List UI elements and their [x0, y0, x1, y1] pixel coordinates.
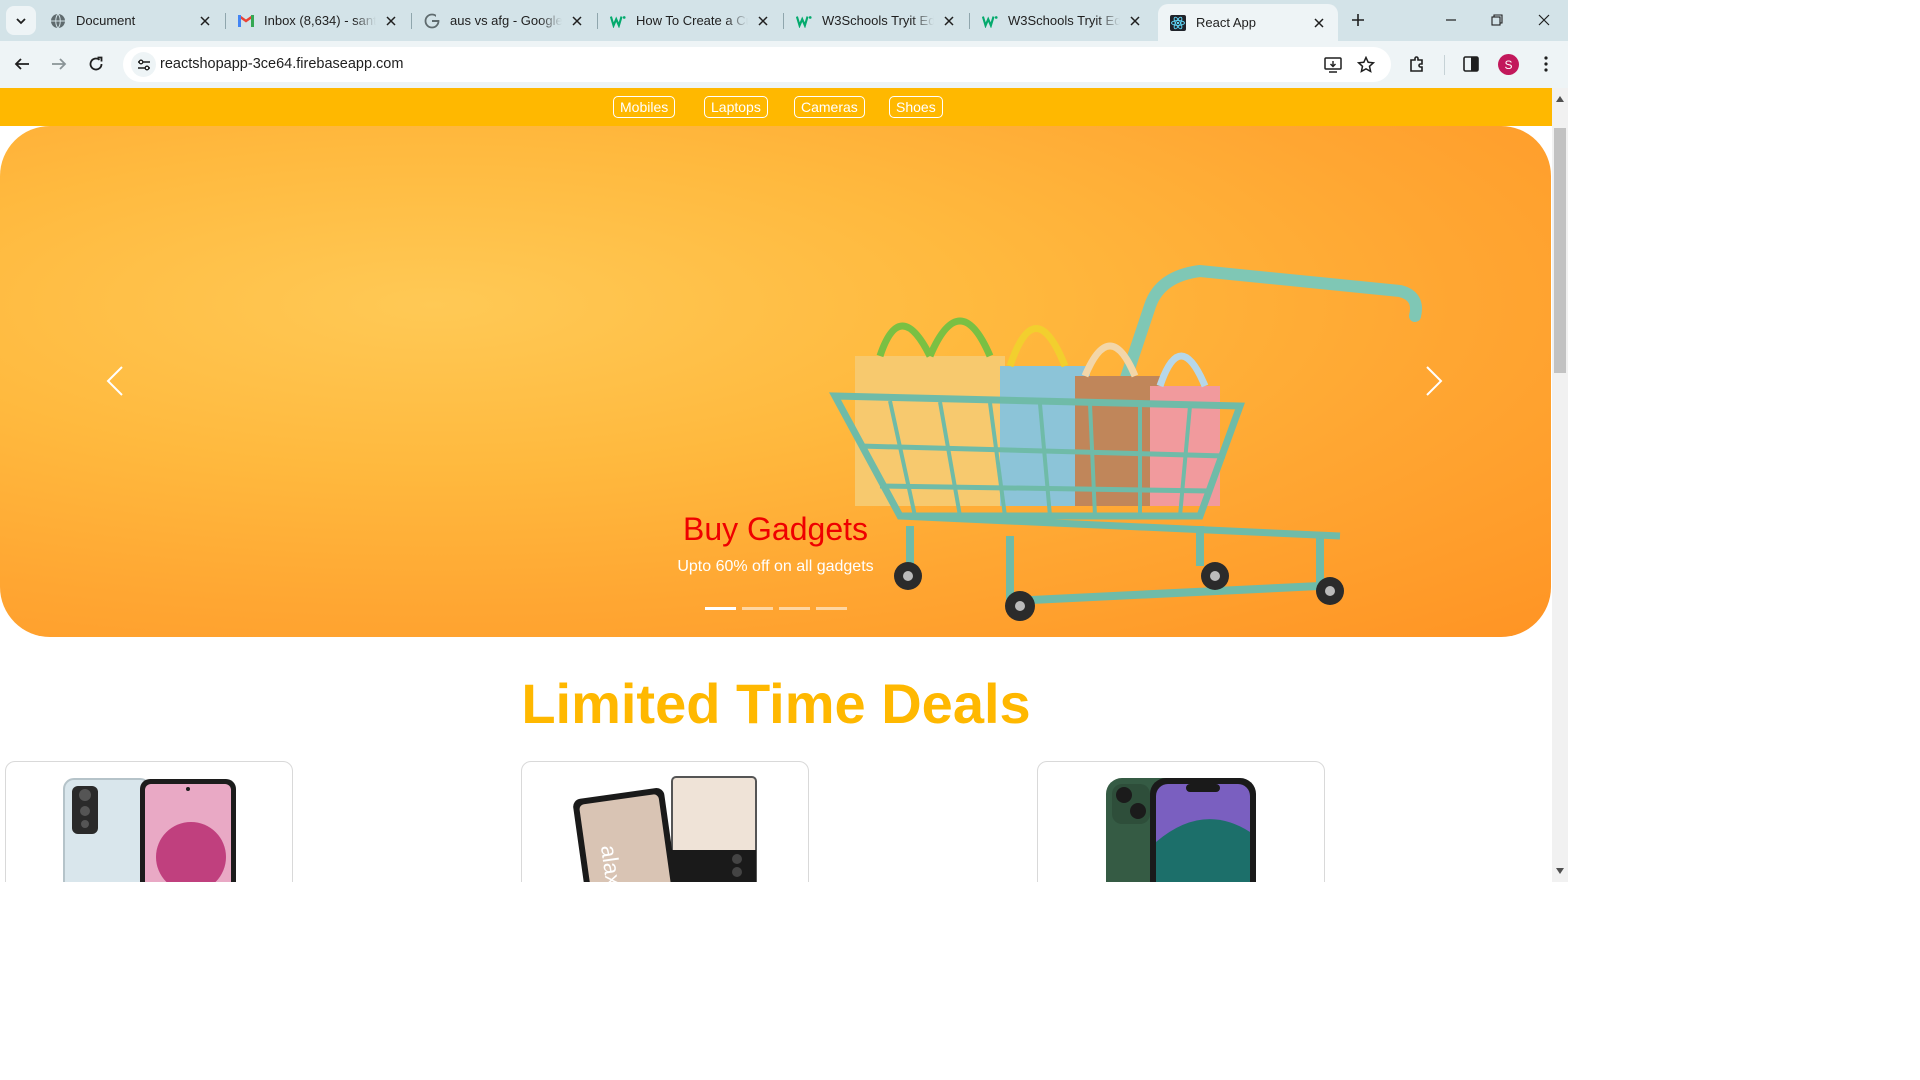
scroll-up-button[interactable]	[1554, 92, 1566, 106]
minimize-button[interactable]	[1436, 8, 1466, 32]
chevron-right-icon	[1426, 366, 1443, 396]
triangle-up-icon	[1556, 96, 1564, 102]
plus-icon	[1352, 14, 1364, 26]
tab-gmail[interactable]: Inbox (8,634) - santu	[226, 5, 410, 36]
product-card[interactable]	[5, 761, 293, 882]
tab-react-app[interactable]: React App	[1158, 4, 1338, 41]
close-icon[interactable]	[940, 12, 958, 30]
w3schools-icon	[982, 13, 998, 29]
tab-strip: Document Inbox (8,634) - santu aus vs af…	[0, 0, 1568, 41]
chevron-down-icon	[16, 17, 26, 24]
page-scrollbar[interactable]	[1552, 88, 1568, 882]
tab-w3schools-2[interactable]: W3Schools Tryit Edit	[784, 5, 968, 36]
toolbar-divider	[1444, 55, 1445, 75]
w3schools-icon	[610, 13, 626, 29]
tab-w3schools-1[interactable]: How To Create a Cus	[598, 5, 782, 36]
tune-icon	[137, 59, 150, 70]
google-icon	[424, 13, 440, 29]
close-icon[interactable]	[1310, 14, 1328, 32]
forward-button[interactable]	[46, 51, 72, 77]
w3schools-icon	[796, 13, 812, 29]
product-card[interactable]: alaxy	[521, 761, 809, 882]
hero-subtitle: Upto 60% off on all gadgets	[677, 558, 874, 575]
category-mobiles-button[interactable]: Mobiles	[613, 96, 676, 118]
tab-title: aus vs afg - Google S	[450, 13, 562, 28]
page-viewport: Mobiles Laptops Cameras Shoes Buy Gadget…	[0, 88, 1552, 882]
galaxy-flip-phone-image: alaxy	[573, 776, 757, 882]
redmi-phone-image	[63, 778, 236, 882]
tab-title: How To Create a Cus	[636, 13, 748, 28]
reload-icon	[89, 56, 103, 71]
tab-title: React App	[1196, 15, 1256, 30]
tab-title: Inbox (8,634) - santu	[264, 13, 376, 28]
iphone-green-image	[1106, 778, 1256, 882]
bookmark-button[interactable]	[1356, 55, 1376, 75]
tab-title: W3Schools Tryit Edit	[822, 13, 934, 28]
close-icon	[1538, 14, 1550, 26]
install-app-button[interactable]	[1323, 55, 1343, 75]
close-window-button[interactable]	[1529, 8, 1559, 32]
new-tab-button[interactable]	[1346, 8, 1370, 32]
tab-title: Document	[76, 13, 136, 28]
restore-button[interactable]	[1482, 8, 1512, 32]
carousel-indicator-4[interactable]	[815, 607, 847, 610]
tab-google-search[interactable]: aus vs afg - Google S	[412, 5, 596, 36]
carousel-prev-button[interactable]	[100, 366, 130, 396]
tab-search-button[interactable]	[6, 6, 36, 35]
carousel-indicator-3[interactable]	[778, 607, 810, 610]
address-bar[interactable]: reactshopapp-3ce64.firebaseapp.com	[123, 47, 1391, 82]
react-icon	[1170, 14, 1186, 31]
close-icon[interactable]	[754, 12, 772, 30]
tab-document[interactable]: Document	[38, 5, 224, 36]
install-icon	[1324, 57, 1342, 73]
url-text[interactable]: reactshopapp-3ce64.firebaseapp.com	[160, 56, 403, 72]
close-icon[interactable]	[1126, 12, 1144, 30]
scrollbar-thumb[interactable]	[1554, 128, 1566, 373]
deals-heading: Limited Time Deals	[521, 672, 1031, 735]
gmail-icon	[238, 13, 254, 29]
extensions-button[interactable]	[1406, 53, 1428, 75]
profile-avatar[interactable]: S	[1498, 54, 1519, 75]
category-laptops-button[interactable]: Laptops	[704, 96, 768, 118]
category-shoes-button[interactable]: Shoes	[889, 96, 943, 118]
hero-carousel: Buy Gadgets Upto 60% off on all gadgets	[0, 126, 1551, 637]
carousel-indicators	[0, 607, 1551, 610]
chevron-left-icon	[106, 366, 123, 396]
reload-button[interactable]	[83, 51, 109, 77]
side-panel-icon	[1463, 56, 1479, 72]
arrow-right-icon	[52, 58, 67, 70]
browser-menu-button[interactable]	[1535, 53, 1557, 75]
puzzle-icon	[1410, 56, 1423, 72]
carousel-indicator-2[interactable]	[741, 607, 773, 610]
close-icon[interactable]	[196, 12, 214, 30]
back-button[interactable]	[9, 51, 35, 77]
close-icon[interactable]	[568, 12, 586, 30]
product-card[interactable]	[1037, 761, 1325, 882]
category-nav: Mobiles Laptops Cameras Shoes	[0, 88, 1552, 126]
scroll-down-button[interactable]	[1554, 864, 1566, 878]
arrow-left-icon	[14, 58, 29, 70]
hero-title: Buy Gadgets	[683, 511, 868, 547]
category-cameras-button[interactable]: Cameras	[794, 96, 865, 118]
site-info-button[interactable]	[131, 52, 156, 77]
carousel-next-button[interactable]	[1419, 366, 1449, 396]
side-panel-button[interactable]	[1460, 53, 1482, 75]
triangle-down-icon	[1556, 868, 1564, 874]
carousel-indicator-1[interactable]	[704, 607, 736, 610]
tab-title: W3Schools Tryit Edit	[1008, 13, 1120, 28]
star-icon	[1357, 56, 1375, 73]
close-icon[interactable]	[382, 12, 400, 30]
globe-icon	[50, 13, 66, 29]
restore-icon	[1491, 14, 1503, 26]
more-vertical-icon	[1544, 56, 1548, 72]
tab-w3schools-3[interactable]: W3Schools Tryit Edit	[970, 5, 1154, 36]
browser-toolbar: reactshopapp-3ce64.firebaseapp.com	[0, 41, 1568, 88]
minimize-icon	[1446, 19, 1456, 21]
